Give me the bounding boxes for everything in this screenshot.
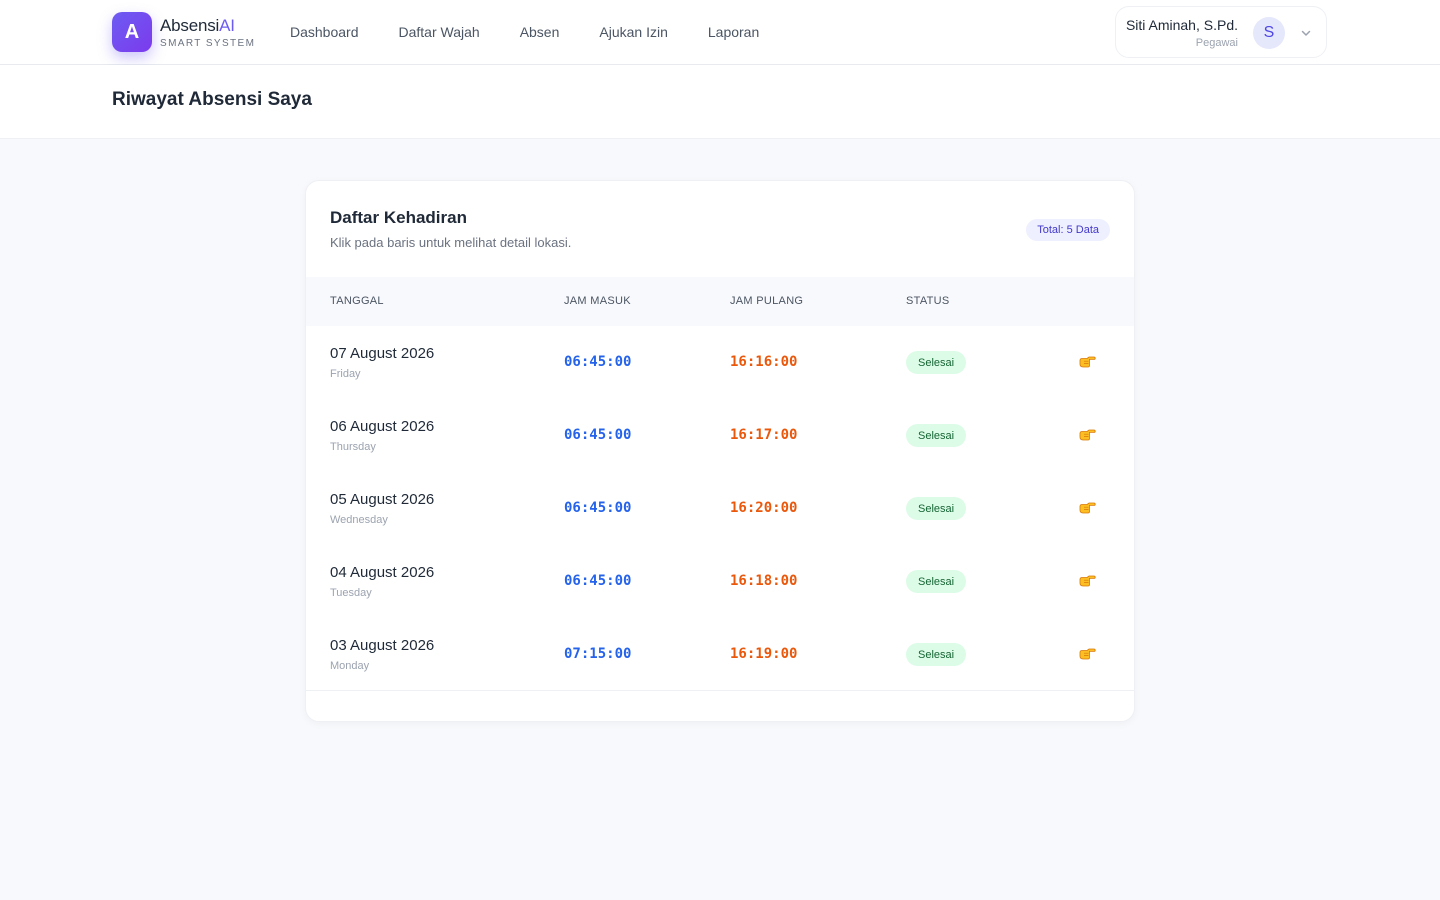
header-status: STATUS [906, 295, 950, 307]
nav-absen[interactable]: Absen [520, 24, 560, 40]
pointing-hand-icon[interactable] [1078, 426, 1096, 442]
pointing-hand-icon[interactable] [1078, 645, 1096, 661]
pointing-hand-icon[interactable] [1078, 572, 1096, 588]
card-title: Daftar Kehadiran [330, 208, 467, 227]
user-role: Pegawai [1195, 37, 1238, 49]
nav-daftar-wajah[interactable]: Daftar Wajah [399, 24, 480, 40]
brand-name-main: Absensi [160, 15, 220, 35]
row-date: 05 August 2026 [330, 491, 435, 508]
brand-text: AbsensiAI SMART SYSTEM [160, 16, 255, 49]
brand-logo: A [112, 12, 152, 52]
pointing-hand-icon[interactable] [1078, 353, 1096, 369]
table-row[interactable]: 06 August 2026 Thursday 06:45:00 16:17:0… [306, 399, 1134, 472]
row-time-out: 16:20:00 [730, 500, 798, 516]
row-day: Monday [330, 660, 370, 672]
row-day: Friday [330, 368, 361, 380]
nav-links: Dashboard Daftar Wajah Absen Ajukan Izin… [290, 0, 799, 64]
avatar: S [1253, 17, 1285, 49]
row-time-out: 16:19:00 [730, 646, 798, 662]
page-title: Riwayat Absensi Saya [112, 89, 312, 110]
attendance-card: Daftar Kehadiran Klik pada baris untuk m… [305, 180, 1135, 722]
table-header: TANGGAL JAM MASUK JAM PULANG STATUS [306, 277, 1134, 326]
row-time-in: 06:45:00 [564, 354, 632, 370]
row-day: Thursday [330, 441, 376, 453]
nav-laporan[interactable]: Laporan [708, 24, 759, 40]
table-divider [306, 690, 1134, 691]
table-row[interactable]: 03 August 2026 Monday 07:15:00 16:19:00 … [306, 618, 1134, 691]
table-row[interactable]: 04 August 2026 Tuesday 06:45:00 16:18:00… [306, 545, 1134, 618]
chevron-down-icon[interactable] [1299, 26, 1313, 40]
row-date: 03 August 2026 [330, 637, 435, 654]
row-time-in: 06:45:00 [564, 500, 632, 516]
row-time-out: 16:17:00 [730, 427, 798, 443]
brand-subtitle: SMART SYSTEM [160, 37, 256, 49]
top-navbar: A AbsensiAI SMART SYSTEM Dashboard Dafta… [0, 0, 1440, 65]
user-name: Siti Aminah, S.Pd. [1125, 17, 1238, 33]
brand-name: AbsensiAI [160, 16, 255, 36]
pointing-hand-icon[interactable] [1078, 499, 1096, 515]
status-badge: Selesai [906, 570, 967, 593]
status-badge: Selesai [906, 497, 967, 520]
brand[interactable]: A AbsensiAI SMART SYSTEM [112, 12, 255, 52]
status-badge: Selesai [906, 424, 967, 447]
row-day: Wednesday [330, 514, 388, 526]
row-time-in: 07:15:00 [564, 646, 632, 662]
table-row[interactable]: 05 August 2026 Wednesday 06:45:00 16:20:… [306, 472, 1134, 545]
page-header: Riwayat Absensi Saya [0, 65, 1440, 139]
row-time-in: 06:45:00 [564, 427, 632, 443]
header-jam-masuk: JAM MASUK [564, 295, 631, 307]
header-jam-pulang: JAM PULANG [730, 295, 804, 307]
header-tanggal: TANGGAL [330, 295, 384, 307]
row-date: 06 August 2026 [330, 418, 435, 435]
row-time-out: 16:16:00 [730, 354, 798, 370]
nav-dashboard[interactable]: Dashboard [290, 24, 359, 40]
card-subtitle: Klik pada baris untuk melihat detail lok… [330, 235, 572, 250]
table-row[interactable]: 07 August 2026 Friday 06:45:00 16:16:00 … [306, 326, 1134, 399]
status-badge: Selesai [906, 643, 967, 666]
nav-ajukan-izin[interactable]: Ajukan Izin [599, 24, 667, 40]
row-date: 04 August 2026 [330, 564, 435, 581]
brand-name-accent: AI [219, 15, 235, 35]
user-menu[interactable]: Siti Aminah, S.Pd. Pegawai S [1115, 6, 1327, 58]
row-time-out: 16:18:00 [730, 573, 798, 589]
total-badge: Total: 5 Data [1026, 219, 1110, 241]
row-date: 07 August 2026 [330, 345, 435, 362]
status-badge: Selesai [906, 351, 967, 374]
row-time-in: 06:45:00 [564, 573, 632, 589]
row-day: Tuesday [330, 587, 372, 599]
